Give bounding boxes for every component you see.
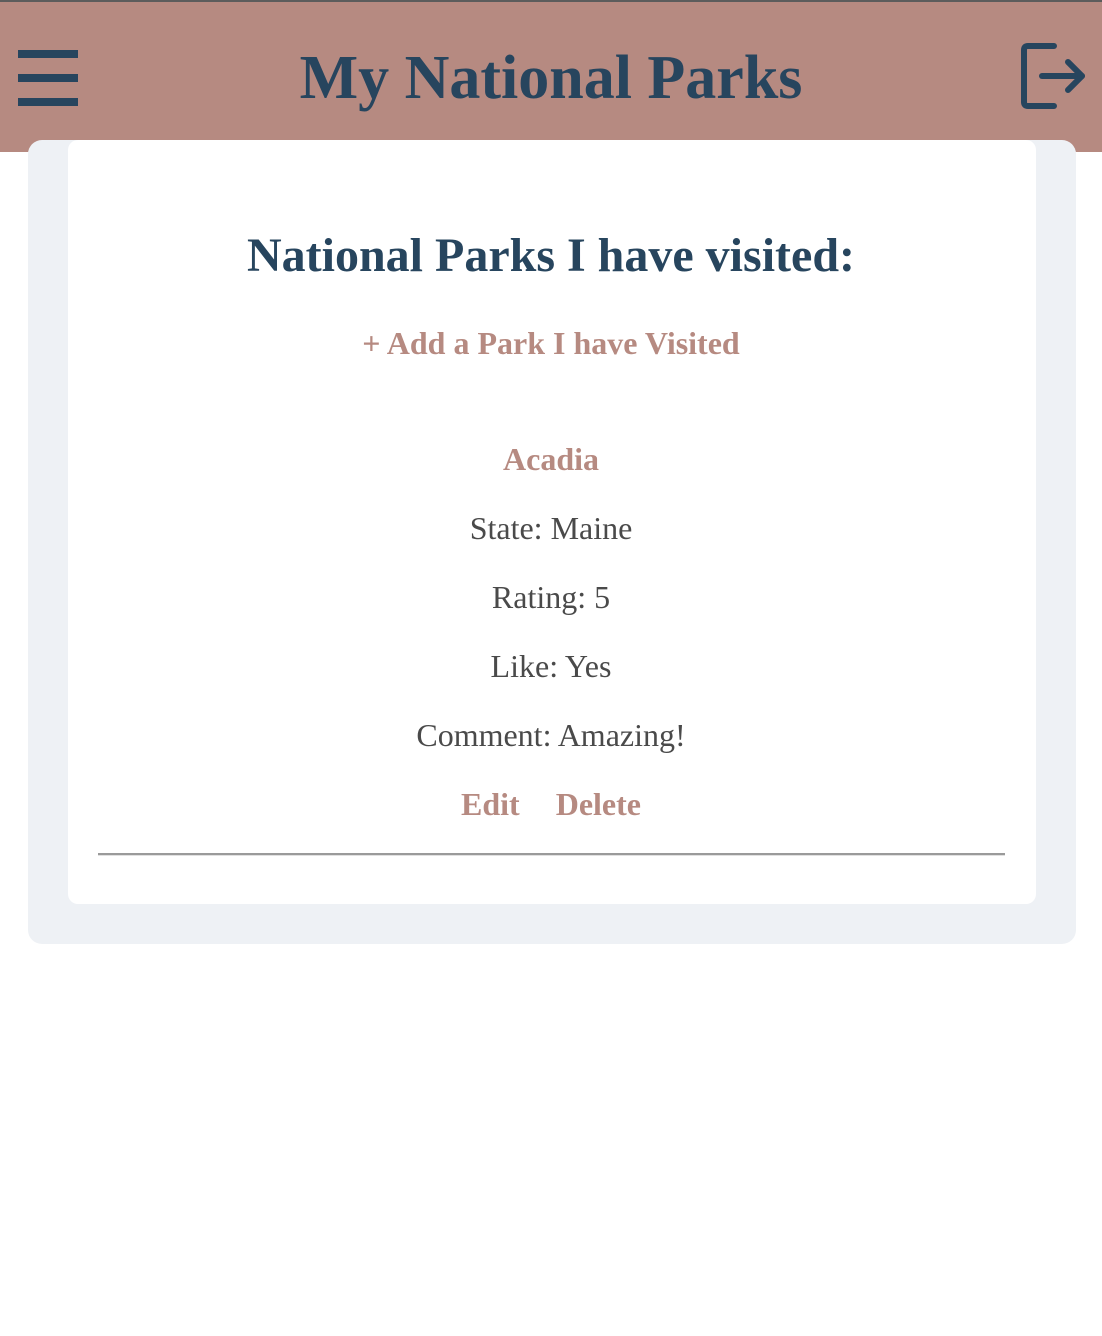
- park-name-link[interactable]: Acadia: [503, 441, 599, 477]
- park-actions: Edit Delete: [0, 785, 1102, 823]
- park-rating: Rating: 5: [491, 579, 611, 615]
- delete-park-link[interactable]: Delete: [556, 786, 641, 822]
- logout-icon[interactable]: [1020, 42, 1088, 110]
- app-title: My National Parks: [299, 44, 803, 112]
- divider: [98, 853, 1005, 856]
- park-state: State: Maine: [469, 510, 633, 546]
- edit-park-link[interactable]: Edit: [461, 786, 520, 822]
- park-comment: Comment: Amazing!: [416, 717, 686, 753]
- add-park-link[interactable]: + Add a Park I have Visited: [362, 325, 739, 361]
- page-heading: National Parks I have visited:: [246, 229, 855, 282]
- park-item: Acadia: [0, 440, 1102, 478]
- app-header: My National Parks: [0, 0, 1102, 152]
- park-like: Like: Yes: [490, 648, 612, 684]
- add-park-link-row: + Add a Park I have Visited: [0, 324, 1102, 362]
